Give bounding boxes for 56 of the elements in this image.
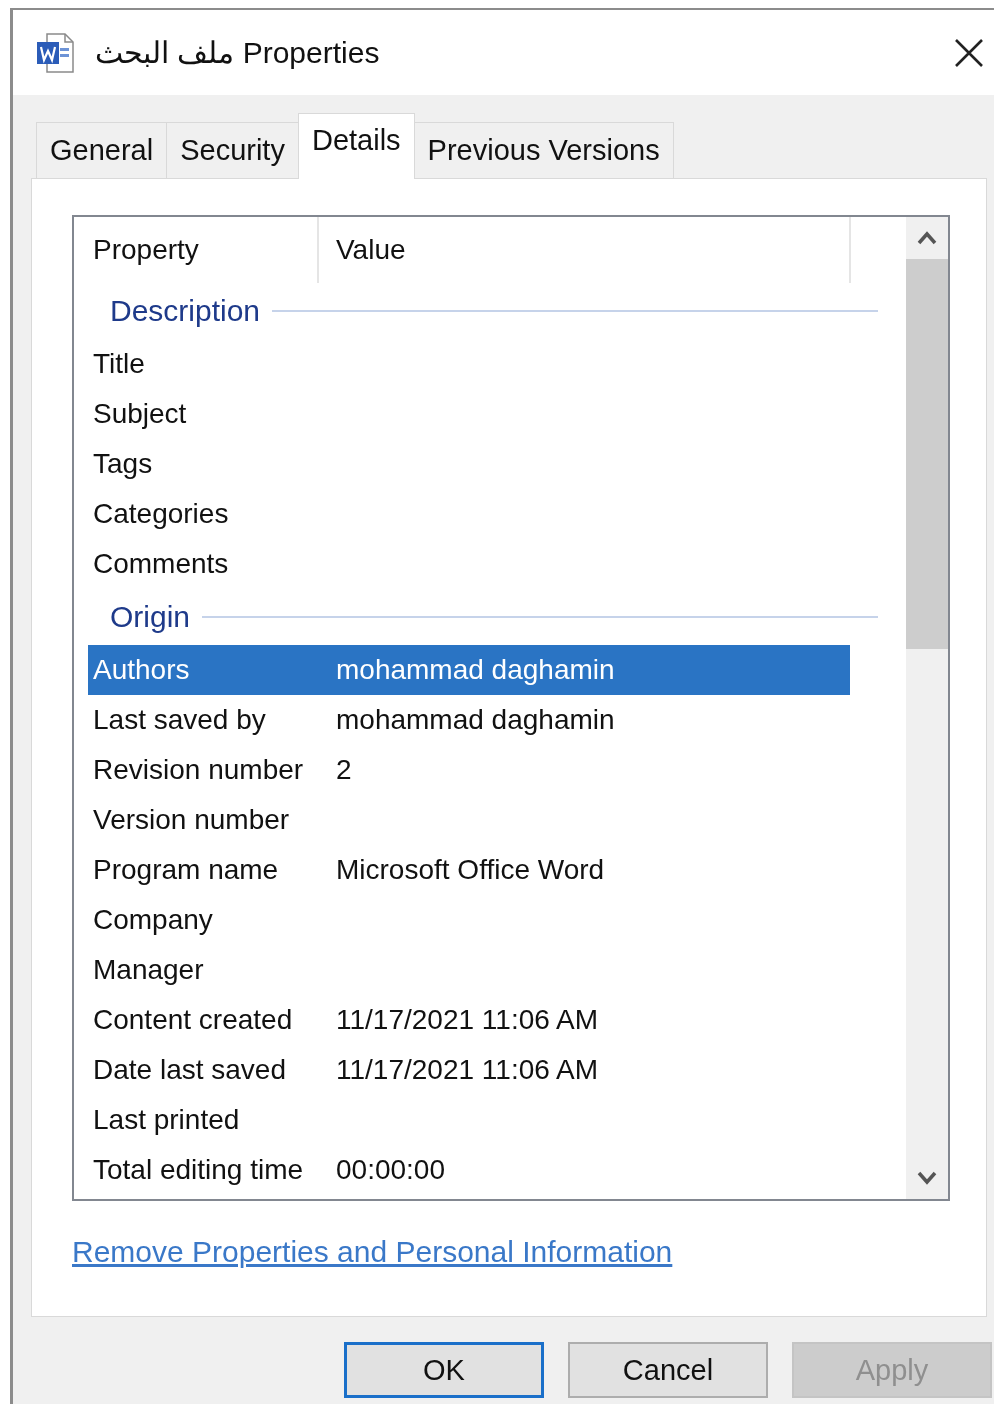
property-value: 11/17/2021 11:06 AM [336, 1054, 599, 1086]
property-row[interactable]: Revision number 2 [88, 745, 850, 795]
tab[interactable]: General [36, 122, 168, 178]
property-row[interactable]: Version number [88, 795, 850, 845]
property-name: Content created [93, 1004, 294, 1036]
dialog-button[interactable]: OK [344, 1342, 544, 1398]
scroll-up-icon[interactable] [917, 231, 937, 245]
word-document-icon [35, 31, 75, 74]
property-name: Last saved by [93, 704, 267, 736]
property-name: Title [93, 348, 146, 380]
property-row[interactable]: Last printed [88, 1095, 850, 1145]
property-value: mohammad daghamin [336, 704, 615, 736]
property-name: Manager [93, 954, 205, 986]
window-title: ملف البحث Properties [95, 35, 380, 70]
property-row[interactable]: Authors mohammad daghamin [88, 645, 850, 695]
property-row[interactable]: Last saved by mohammad daghamin [88, 695, 850, 745]
property-row[interactable]: Manager [88, 945, 850, 995]
property-name: Last printed [93, 1104, 241, 1136]
property-row[interactable]: Date last saved 11/17/2021 11:06 AM [88, 1045, 850, 1095]
property-name: Program name [93, 854, 280, 886]
property-row[interactable]: Tags [88, 439, 850, 489]
dialog-button[interactable]: Cancel [568, 1342, 768, 1398]
property-name: Subject [93, 398, 188, 430]
close-icon[interactable] [954, 37, 984, 68]
property-row[interactable]: Program name Microsoft Office Word [88, 845, 850, 895]
scrollbar[interactable] [906, 217, 948, 1199]
property-row[interactable]: Company [88, 895, 850, 945]
property-name: Comments [93, 548, 230, 580]
property-value: 2 [336, 754, 352, 786]
scroll-thumb[interactable] [906, 259, 948, 649]
column-header[interactable]: Value [319, 217, 851, 283]
property-row[interactable]: Categories [88, 489, 850, 539]
property-name: Total editing time [93, 1154, 305, 1186]
property-row[interactable]: Comments [88, 539, 850, 589]
property-value: 00:00:00 [336, 1154, 445, 1186]
property-row[interactable]: Total editing time 00:00:00 [88, 1145, 850, 1195]
remove-properties-link[interactable]: Remove Properties and Personal Information [72, 1235, 673, 1269]
property-name: Company [93, 904, 214, 936]
property-value: mohammad daghamin [336, 654, 615, 686]
tab[interactable]: Previous Versions [413, 122, 674, 178]
property-row[interactable]: Content created 11/17/2021 11:06 AM [88, 995, 850, 1045]
property-name: Revision number [93, 754, 305, 786]
property-value: 11/17/2021 11:06 AM [336, 1004, 599, 1036]
property-name: Authors [93, 654, 191, 686]
property-value: Microsoft Office Word [336, 854, 605, 886]
tab[interactable]: Details [297, 113, 415, 179]
property-row[interactable]: Title [88, 339, 850, 389]
property-name: Version number [93, 804, 291, 836]
property-name: Tags [93, 448, 154, 480]
property-name: Date last saved [93, 1054, 287, 1086]
property-row[interactable]: Subject [88, 389, 850, 439]
scroll-down-icon[interactable] [917, 1171, 937, 1185]
column-header[interactable]: Property [74, 217, 319, 283]
group-heading: Description [110, 294, 261, 328]
property-name: Categories [93, 498, 230, 530]
group-heading: Origin [110, 600, 191, 634]
